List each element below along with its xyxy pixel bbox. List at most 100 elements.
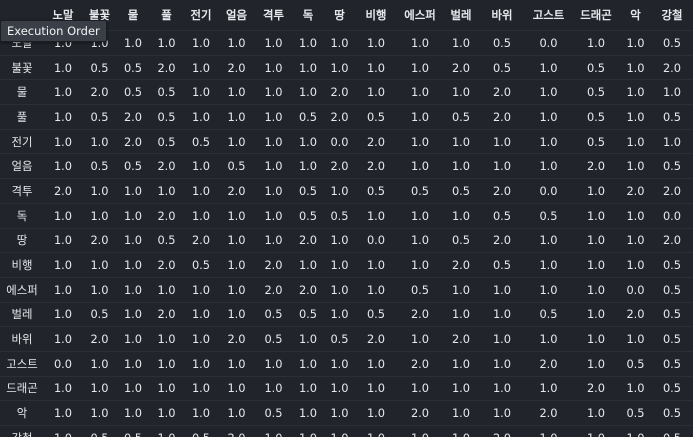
table-cell[interactable]: 0.5 [479,202,525,228]
table-cell[interactable]: 1.0 [218,400,255,426]
table-cell[interactable]: 0.5 [82,153,117,179]
table-cell[interactable]: 0.5 [292,301,324,327]
table-cell[interactable]: 1.0 [397,375,443,401]
table-cell[interactable]: 1.0 [443,350,479,377]
table-cell[interactable]: 0.5 [355,301,397,327]
table-cell[interactable]: 1.0 [255,79,292,105]
table-cell[interactable]: 1.0 [525,252,572,278]
row-header[interactable]: 땅 [0,227,44,253]
table-cell[interactable]: 0.5 [572,54,620,80]
table-cell[interactable]: 1.0 [44,400,82,426]
table-cell[interactable]: 1.0 [355,54,397,80]
table-cell[interactable]: 1.0 [324,54,355,80]
table-cell[interactable]: 1.0 [255,178,292,204]
table-cell[interactable]: 0.5 [525,202,572,228]
table-cell[interactable]: 1.0 [184,400,218,426]
column-header[interactable]: 악 [620,0,651,31]
table-cell[interactable]: 0.0 [324,128,355,154]
row-header[interactable]: 불꽃 [0,54,44,80]
table-cell[interactable]: 1.0 [525,276,572,303]
table-cell[interactable]: 0.5 [572,79,620,105]
table-cell[interactable]: 1.0 [572,326,620,352]
table-cell[interactable]: 1.0 [443,400,479,426]
table-cell[interactable]: 1.0 [82,252,117,278]
table-cell[interactable]: 1.0 [292,350,324,377]
table-cell[interactable]: 1.0 [324,31,355,56]
table-cell[interactable]: 1.0 [443,31,479,56]
table-cell[interactable]: 1.0 [255,153,292,179]
table-cell[interactable]: 2.0 [525,400,572,426]
row-header[interactable]: 격투 [0,178,44,204]
table-cell[interactable]: 2.0 [218,54,255,80]
table-cell[interactable]: 1.0 [44,202,82,228]
table-cell[interactable]: 1.0 [572,276,620,303]
table-cell[interactable]: 1.0 [117,350,149,377]
table-cell[interactable]: 0.5 [443,178,479,204]
table-cell[interactable]: 0.5 [572,104,620,130]
table-cell[interactable]: 0.5 [149,104,184,130]
table-cell[interactable]: 1.0 [572,301,620,327]
table-cell[interactable]: 1.0 [117,252,149,278]
table-cell[interactable]: 0.5 [149,128,184,154]
table-cell[interactable]: 1.0 [355,276,397,303]
table-cell[interactable]: 0.0 [44,350,82,377]
table-cell[interactable]: 0.5 [620,400,651,426]
table-cell[interactable]: 1.0 [218,202,255,228]
table-cell[interactable]: 2.0 [82,79,117,105]
row-header[interactable]: 악 [0,400,44,426]
table-cell[interactable]: 1.0 [82,276,117,303]
table-cell[interactable]: 1.0 [218,350,255,377]
table-cell[interactable]: 0.5 [651,375,693,401]
table-cell[interactable]: 0.5 [292,178,324,204]
table-cell[interactable]: 1.0 [324,276,355,303]
table-cell[interactable]: 2.0 [218,424,255,437]
table-cell[interactable]: 0.5 [117,424,149,437]
table-cell[interactable]: 2.0 [355,153,397,179]
table-cell[interactable]: 2.0 [443,252,479,278]
table-cell[interactable]: 1.0 [292,54,324,80]
table-cell[interactable]: 1.0 [479,326,525,352]
row-header[interactable]: 고스트 [0,350,44,377]
column-header[interactable]: 물 [117,0,149,31]
table-cell[interactable]: 1.0 [443,153,479,179]
table-cell[interactable]: 0.5 [184,128,218,154]
table-cell[interactable]: 1.0 [620,326,651,352]
table-cell[interactable]: 1.0 [479,301,525,327]
table-cell[interactable]: 1.0 [525,227,572,253]
column-header[interactable]: 얼음 [218,0,255,31]
column-header[interactable]: 풀 [149,0,184,31]
table-cell[interactable]: 2.0 [620,301,651,327]
column-header[interactable]: 비행 [355,0,397,31]
table-cell[interactable]: 1.0 [117,276,149,303]
table-cell[interactable]: 1.0 [397,79,443,105]
table-cell[interactable]: 1.0 [255,31,292,56]
table-cell[interactable]: 1.0 [117,31,149,56]
table-cell[interactable]: 0.5 [355,178,397,204]
row-header[interactable]: 전기 [0,128,44,154]
table-cell[interactable]: 1.0 [324,375,355,401]
table-cell[interactable]: 2.0 [572,153,620,179]
table-cell[interactable]: 1.0 [620,227,651,253]
table-cell[interactable]: 1.0 [397,153,443,179]
table-cell[interactable]: 1.0 [479,128,525,154]
table-cell[interactable]: 1.0 [292,252,324,278]
table-cell[interactable]: 0.5 [255,301,292,327]
table-cell[interactable]: 1.0 [292,326,324,352]
table-cell[interactable]: 1.0 [44,252,82,278]
column-header[interactable]: 독 [292,0,324,31]
table-cell[interactable]: 1.0 [572,400,620,426]
table-cell[interactable]: 1.0 [82,178,117,204]
table-cell[interactable]: 0.5 [184,424,218,437]
table-cell[interactable]: 0.0 [525,178,572,204]
table-cell[interactable]: 0.5 [651,301,693,327]
table-cell[interactable]: 0.5 [82,54,117,80]
table-cell[interactable]: 2.0 [149,153,184,179]
table-cell[interactable]: 0.0 [651,202,693,228]
table-cell[interactable]: 2.0 [397,350,443,377]
table-cell[interactable]: 2.0 [479,227,525,253]
table-cell[interactable]: 1.0 [82,202,117,228]
table-cell[interactable]: 1.0 [651,128,693,154]
table-cell[interactable]: 0.0 [620,276,651,303]
table-cell[interactable]: 1.0 [255,350,292,377]
table-cell[interactable]: 1.0 [324,227,355,253]
